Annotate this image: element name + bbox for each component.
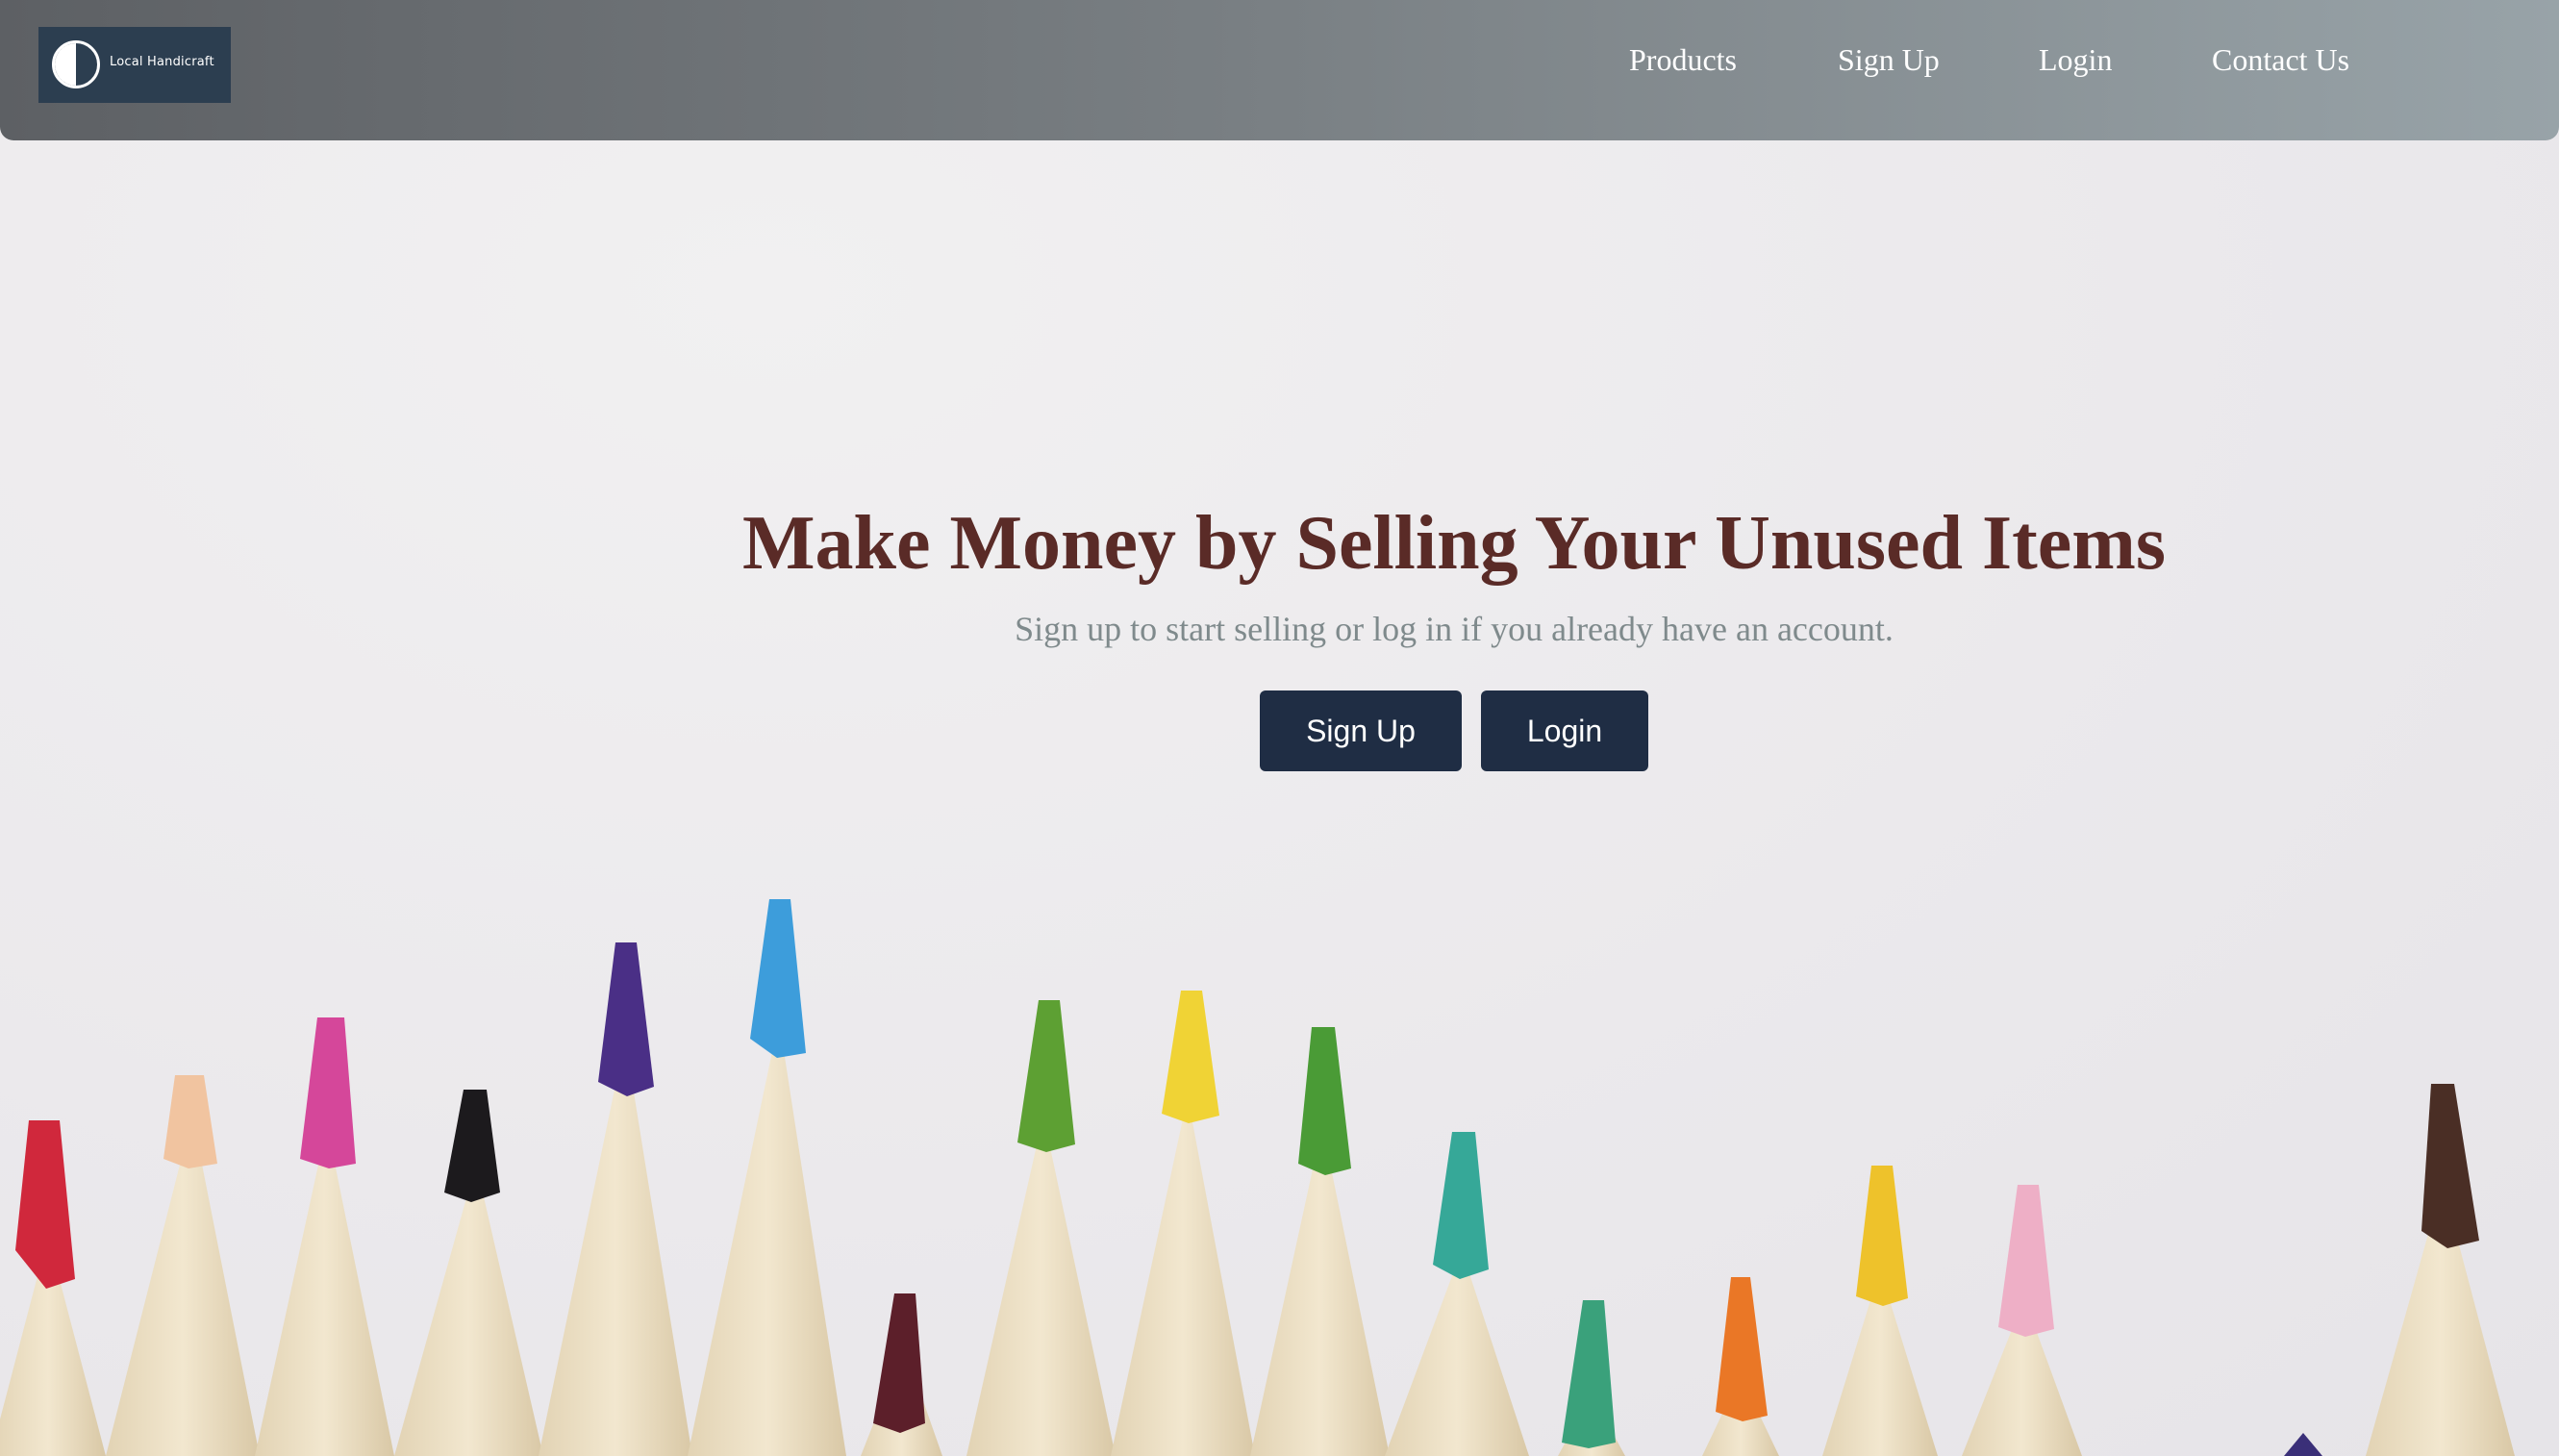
top-navbar: Local Handicraft Products Sign Up Login … (0, 0, 2559, 140)
signup-button[interactable]: Sign Up (1260, 690, 1462, 771)
brand-logo[interactable]: Local Handicraft (38, 27, 231, 103)
logo-text: Local Handicraft (110, 55, 214, 69)
hero-title: Make Money by Selling Your Unused Items (741, 501, 2167, 586)
half-circle-logo-icon (52, 40, 100, 88)
nav-signup-link[interactable]: Sign Up (1838, 42, 1940, 78)
nav-contact-link[interactable]: Contact Us (2212, 42, 2349, 78)
login-button[interactable]: Login (1481, 690, 1648, 771)
hero-subtitle: Sign up to start selling or log in if yo… (1015, 610, 1894, 648)
nav-products-link[interactable]: Products (1629, 42, 1737, 78)
nav-login-link[interactable]: Login (2039, 42, 2112, 78)
